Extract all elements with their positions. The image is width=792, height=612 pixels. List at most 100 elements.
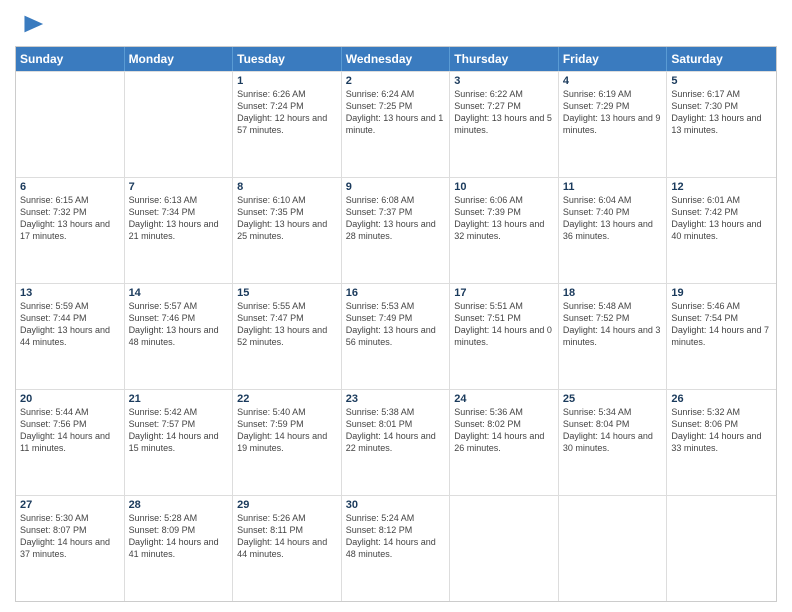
cal-cell: 5Sunrise: 6:17 AM Sunset: 7:30 PM Daylig… xyxy=(667,72,776,177)
cal-week-row: 13Sunrise: 5:59 AM Sunset: 7:44 PM Dayli… xyxy=(16,283,776,389)
cell-info: Sunrise: 5:34 AM Sunset: 8:04 PM Dayligh… xyxy=(563,406,663,455)
day-number: 3 xyxy=(454,75,554,87)
cell-info: Sunrise: 6:24 AM Sunset: 7:25 PM Dayligh… xyxy=(346,88,446,137)
cal-cell: 2Sunrise: 6:24 AM Sunset: 7:25 PM Daylig… xyxy=(342,72,451,177)
cal-cell xyxy=(667,496,776,601)
cal-header-day: Monday xyxy=(125,47,234,71)
cal-cell: 30Sunrise: 5:24 AM Sunset: 8:12 PM Dayli… xyxy=(342,496,451,601)
day-number: 15 xyxy=(237,287,337,299)
cal-cell: 26Sunrise: 5:32 AM Sunset: 8:06 PM Dayli… xyxy=(667,390,776,495)
day-number: 2 xyxy=(346,75,446,87)
cell-info: Sunrise: 5:46 AM Sunset: 7:54 PM Dayligh… xyxy=(671,300,772,349)
cell-info: Sunrise: 6:19 AM Sunset: 7:29 PM Dayligh… xyxy=(563,88,663,137)
cell-info: Sunrise: 5:53 AM Sunset: 7:49 PM Dayligh… xyxy=(346,300,446,349)
cell-info: Sunrise: 6:13 AM Sunset: 7:34 PM Dayligh… xyxy=(129,194,229,243)
cell-info: Sunrise: 5:42 AM Sunset: 7:57 PM Dayligh… xyxy=(129,406,229,455)
day-number: 10 xyxy=(454,181,554,193)
cell-info: Sunrise: 6:22 AM Sunset: 7:27 PM Dayligh… xyxy=(454,88,554,137)
cal-cell: 18Sunrise: 5:48 AM Sunset: 7:52 PM Dayli… xyxy=(559,284,668,389)
day-number: 14 xyxy=(129,287,229,299)
cell-info: Sunrise: 6:08 AM Sunset: 7:37 PM Dayligh… xyxy=(346,194,446,243)
cal-header-day: Sunday xyxy=(16,47,125,71)
cell-info: Sunrise: 5:57 AM Sunset: 7:46 PM Dayligh… xyxy=(129,300,229,349)
day-number: 5 xyxy=(671,75,772,87)
day-number: 20 xyxy=(20,393,120,405)
header xyxy=(15,10,777,38)
cal-cell: 22Sunrise: 5:40 AM Sunset: 7:59 PM Dayli… xyxy=(233,390,342,495)
day-number: 23 xyxy=(346,393,446,405)
cal-cell: 6Sunrise: 6:15 AM Sunset: 7:32 PM Daylig… xyxy=(16,178,125,283)
day-number: 28 xyxy=(129,499,229,511)
day-number: 6 xyxy=(20,181,120,193)
cal-cell: 7Sunrise: 6:13 AM Sunset: 7:34 PM Daylig… xyxy=(125,178,234,283)
cell-info: Sunrise: 5:24 AM Sunset: 8:12 PM Dayligh… xyxy=(346,512,446,561)
cal-cell: 14Sunrise: 5:57 AM Sunset: 7:46 PM Dayli… xyxy=(125,284,234,389)
cell-info: Sunrise: 5:38 AM Sunset: 8:01 PM Dayligh… xyxy=(346,406,446,455)
cal-cell: 8Sunrise: 6:10 AM Sunset: 7:35 PM Daylig… xyxy=(233,178,342,283)
day-number: 25 xyxy=(563,393,663,405)
cal-cell: 25Sunrise: 5:34 AM Sunset: 8:04 PM Dayli… xyxy=(559,390,668,495)
cal-cell: 29Sunrise: 5:26 AM Sunset: 8:11 PM Dayli… xyxy=(233,496,342,601)
cal-cell: 16Sunrise: 5:53 AM Sunset: 7:49 PM Dayli… xyxy=(342,284,451,389)
cal-cell: 20Sunrise: 5:44 AM Sunset: 7:56 PM Dayli… xyxy=(16,390,125,495)
day-number: 17 xyxy=(454,287,554,299)
cal-cell: 15Sunrise: 5:55 AM Sunset: 7:47 PM Dayli… xyxy=(233,284,342,389)
day-number: 13 xyxy=(20,287,120,299)
cell-info: Sunrise: 5:59 AM Sunset: 7:44 PM Dayligh… xyxy=(20,300,120,349)
day-number: 26 xyxy=(671,393,772,405)
cell-info: Sunrise: 5:55 AM Sunset: 7:47 PM Dayligh… xyxy=(237,300,337,349)
calendar-body: 1Sunrise: 6:26 AM Sunset: 7:24 PM Daylig… xyxy=(16,71,776,601)
cal-cell xyxy=(559,496,668,601)
day-number: 30 xyxy=(346,499,446,511)
cell-info: Sunrise: 5:48 AM Sunset: 7:52 PM Dayligh… xyxy=(563,300,663,349)
cal-header-day: Wednesday xyxy=(342,47,451,71)
cal-cell: 19Sunrise: 5:46 AM Sunset: 7:54 PM Dayli… xyxy=(667,284,776,389)
cal-header-day: Saturday xyxy=(667,47,776,71)
cal-cell: 27Sunrise: 5:30 AM Sunset: 8:07 PM Dayli… xyxy=(16,496,125,601)
cal-cell xyxy=(450,496,559,601)
cal-cell xyxy=(125,72,234,177)
cal-cell: 11Sunrise: 6:04 AM Sunset: 7:40 PM Dayli… xyxy=(559,178,668,283)
cal-cell: 13Sunrise: 5:59 AM Sunset: 7:44 PM Dayli… xyxy=(16,284,125,389)
cell-info: Sunrise: 5:30 AM Sunset: 8:07 PM Dayligh… xyxy=(20,512,120,561)
cell-info: Sunrise: 5:26 AM Sunset: 8:11 PM Dayligh… xyxy=(237,512,337,561)
calendar: SundayMondayTuesdayWednesdayThursdayFrid… xyxy=(15,46,777,602)
cal-header-day: Thursday xyxy=(450,47,559,71)
cell-info: Sunrise: 6:10 AM Sunset: 7:35 PM Dayligh… xyxy=(237,194,337,243)
cal-cell: 12Sunrise: 6:01 AM Sunset: 7:42 PM Dayli… xyxy=(667,178,776,283)
day-number: 21 xyxy=(129,393,229,405)
cell-info: Sunrise: 5:32 AM Sunset: 8:06 PM Dayligh… xyxy=(671,406,772,455)
calendar-header: SundayMondayTuesdayWednesdayThursdayFrid… xyxy=(16,47,776,71)
cal-cell: 3Sunrise: 6:22 AM Sunset: 7:27 PM Daylig… xyxy=(450,72,559,177)
cal-cell: 24Sunrise: 5:36 AM Sunset: 8:02 PM Dayli… xyxy=(450,390,559,495)
day-number: 12 xyxy=(671,181,772,193)
cal-week-row: 27Sunrise: 5:30 AM Sunset: 8:07 PM Dayli… xyxy=(16,495,776,601)
day-number: 16 xyxy=(346,287,446,299)
cell-info: Sunrise: 6:04 AM Sunset: 7:40 PM Dayligh… xyxy=(563,194,663,243)
cal-header-day: Friday xyxy=(559,47,668,71)
logo xyxy=(15,10,45,38)
cal-cell xyxy=(16,72,125,177)
cal-cell: 4Sunrise: 6:19 AM Sunset: 7:29 PM Daylig… xyxy=(559,72,668,177)
cal-cell: 17Sunrise: 5:51 AM Sunset: 7:51 PM Dayli… xyxy=(450,284,559,389)
cell-info: Sunrise: 6:26 AM Sunset: 7:24 PM Dayligh… xyxy=(237,88,337,137)
day-number: 9 xyxy=(346,181,446,193)
cal-week-row: 1Sunrise: 6:26 AM Sunset: 7:24 PM Daylig… xyxy=(16,71,776,177)
cell-info: Sunrise: 5:51 AM Sunset: 7:51 PM Dayligh… xyxy=(454,300,554,349)
day-number: 4 xyxy=(563,75,663,87)
cell-info: Sunrise: 6:01 AM Sunset: 7:42 PM Dayligh… xyxy=(671,194,772,243)
cal-cell: 21Sunrise: 5:42 AM Sunset: 7:57 PM Dayli… xyxy=(125,390,234,495)
cal-cell: 1Sunrise: 6:26 AM Sunset: 7:24 PM Daylig… xyxy=(233,72,342,177)
day-number: 29 xyxy=(237,499,337,511)
cal-cell: 28Sunrise: 5:28 AM Sunset: 8:09 PM Dayli… xyxy=(125,496,234,601)
day-number: 22 xyxy=(237,393,337,405)
cell-info: Sunrise: 5:44 AM Sunset: 7:56 PM Dayligh… xyxy=(20,406,120,455)
cell-info: Sunrise: 5:28 AM Sunset: 8:09 PM Dayligh… xyxy=(129,512,229,561)
cell-info: Sunrise: 5:40 AM Sunset: 7:59 PM Dayligh… xyxy=(237,406,337,455)
day-number: 18 xyxy=(563,287,663,299)
day-number: 19 xyxy=(671,287,772,299)
day-number: 1 xyxy=(237,75,337,87)
cal-cell: 9Sunrise: 6:08 AM Sunset: 7:37 PM Daylig… xyxy=(342,178,451,283)
logo-icon xyxy=(17,10,45,38)
day-number: 7 xyxy=(129,181,229,193)
